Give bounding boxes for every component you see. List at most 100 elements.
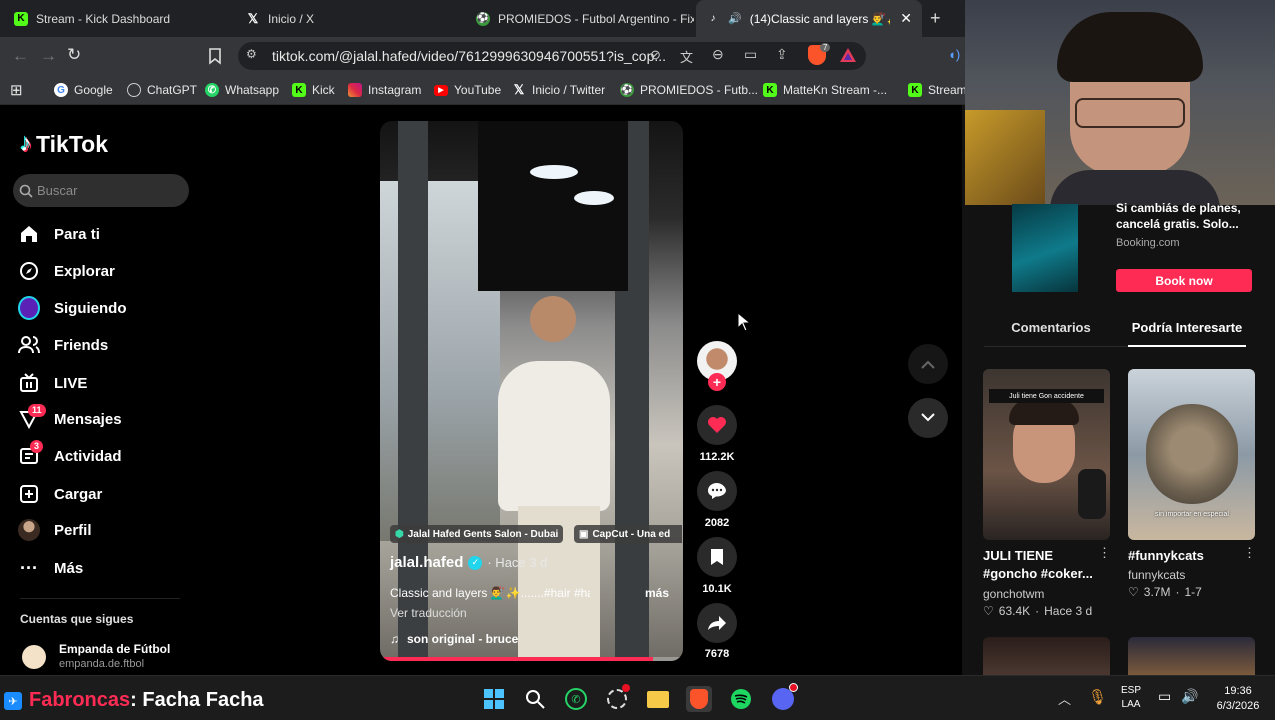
video-progress-track[interactable] <box>380 657 683 661</box>
bookmark-page-icon[interactable] <box>208 48 222 65</box>
suggestion-title[interactable]: JULI TIENE #goncho #coker... <box>983 547 1101 583</box>
share-icon[interactable]: ⇪ <box>776 46 788 63</box>
language-indicator[interactable]: ESP LAA <box>1121 684 1141 712</box>
volume-icon[interactable]: 🔊 <box>1181 688 1198 705</box>
more-options-icon[interactable]: ⋮ <box>1243 545 1256 561</box>
tab-promiedos[interactable]: ⚽ PROMIEDOS - Futbol Argentino - Fixt <box>462 0 694 37</box>
nav-mas[interactable]: ··· Más <box>18 557 83 579</box>
tab-title: (14)Classic and layers 💇‍♂️✨ . <box>749 11 890 26</box>
new-tab-icon[interactable]: + <box>930 8 941 29</box>
tiktok-logo[interactable]: ♪ TikTok <box>20 130 108 158</box>
capcut-tag[interactable]: ▣ CapCut - Una ed <box>574 525 682 543</box>
bookmark-kick[interactable]: K Kick <box>292 75 335 105</box>
microphone-icon[interactable]: 🎙 <box>1088 688 1107 706</box>
suggestion-thumb[interactable]: sin importar en especial <box>1128 369 1255 540</box>
suggestion-thumb[interactable]: Juli tiene Gon accidente <box>983 369 1110 540</box>
following-icon <box>18 296 40 320</box>
reader-mode-icon[interactable]: ⊘ <box>650 47 661 63</box>
close-tab-icon[interactable]: ✕ <box>900 10 912 27</box>
search-input[interactable]: Buscar <box>13 174 189 207</box>
tab-kick[interactable]: K Stream - Kick Dashboard <box>0 0 232 37</box>
back-icon[interactable]: ← <box>12 46 29 66</box>
brave-taskbar-icon[interactable] <box>686 686 712 712</box>
reload-icon[interactable]: ↻ <box>67 45 81 65</box>
windows-start-icon[interactable] <box>481 686 507 712</box>
speaker-icon: 🔊 <box>728 13 742 25</box>
video-author[interactable]: jalal.hafed <box>390 554 463 571</box>
save-button[interactable] <box>697 537 737 577</box>
tab-tiktok[interactable]: ♪ 🔊 (14)Classic and layers 💇‍♂️✨ . ✕ <box>696 0 922 37</box>
suggestion-author[interactable]: funnykcats <box>1128 568 1185 582</box>
bookmark-twitter[interactable]: 𝕏 Inicio / Twitter <box>512 75 605 105</box>
nav-perfil[interactable]: Perfil <box>18 519 92 541</box>
bookmark-chatgpt[interactable]: ChatGPT <box>127 75 197 105</box>
site-info-icon[interactable]: ⚙ <box>246 47 257 61</box>
nav-actividad[interactable]: 3 Actividad <box>18 440 122 467</box>
bookmark-instagram[interactable]: Instagram <box>348 75 421 105</box>
shares-count: 7678 <box>704 648 730 660</box>
comment-button[interactable] <box>697 471 737 511</box>
location-tag[interactable]: ⬢ Jalal Hafed Gents Salon - Dubai <box>390 525 564 543</box>
book-now-button[interactable]: Book now <box>1116 269 1252 292</box>
nav-label: Mensajes <box>54 410 122 428</box>
brave-rewards-icon[interactable] <box>840 48 856 62</box>
bookmark-whatsapp[interactable]: ✆ Whatsapp <box>205 75 279 105</box>
ad-card[interactable]: Si cambiás de planes, cancelá gratis. So… <box>984 200 1264 296</box>
search-taskbar-icon[interactable] <box>522 686 548 712</box>
bookmark-promiedos[interactable]: ⚽ PROMIEDOS - Futb... <box>620 75 758 105</box>
clock[interactable]: 19:36 6/3/2026 <box>1208 684 1268 714</box>
tag-label: CapCut - Una ed <box>592 528 671 540</box>
tab-x[interactable]: 𝕏 Inicio / X <box>232 0 462 37</box>
translate-icon[interactable]: 文 <box>680 47 693 66</box>
bookmark-google[interactable]: G Google <box>54 75 113 105</box>
bookmark-youtube[interactable]: ▶ YouTube <box>434 75 501 105</box>
nav-live[interactable]: LIVE <box>18 372 87 394</box>
apps-grid-icon[interactable]: ⊞ <box>10 75 23 105</box>
bookmark-stream[interactable]: K Stream <box>908 75 967 105</box>
ad-text: Si cambiás de planes, cancelá gratis. So… <box>1116 201 1241 231</box>
nav-siguiendo[interactable]: Siguiendo <box>18 296 127 320</box>
webcam-chair <box>965 110 1045 205</box>
suggestion-author[interactable]: gonchotwm <box>983 587 1044 601</box>
suggestion-thumb[interactable] <box>983 637 1110 675</box>
bookmark-matteken[interactable]: K MatteKn Stream -... <box>763 75 887 105</box>
cast-icon[interactable]: ▭ <box>744 46 757 63</box>
zoom-icon[interactable]: ⊖ <box>712 46 724 63</box>
nav-para-ti[interactable]: Para ti <box>18 223 100 245</box>
more-options-icon[interactable]: ⋮ <box>1098 545 1111 561</box>
nav-mensajes[interactable]: 11 Mensajes <box>18 404 122 430</box>
translate-link[interactable]: Ver traducción <box>390 606 467 620</box>
share-button[interactable] <box>697 603 737 643</box>
nav-cargar[interactable]: Cargar <box>18 483 102 505</box>
webcam-glasses <box>1075 98 1185 128</box>
tray-expand-icon[interactable]: ︿ <box>1058 689 1071 708</box>
like-button[interactable] <box>697 405 737 445</box>
sound-row[interactable]: ♫ son original - bruce <box>390 632 518 646</box>
whatsapp-taskbar-icon[interactable]: ✆ <box>563 686 589 712</box>
nav-friends[interactable]: Friends <box>18 334 108 356</box>
discord-icon[interactable] <box>770 683 798 712</box>
file-explorer-icon[interactable] <box>645 686 671 712</box>
messages-badge: 11 <box>28 404 46 417</box>
leo-icon[interactable]: ◖) <box>948 47 960 62</box>
nav-explorar[interactable]: Explorar <box>18 260 115 282</box>
chatgpt-taskbar-icon[interactable] <box>604 684 630 712</box>
next-video-button[interactable] <box>908 398 948 438</box>
following-account[interactable]: Empanda de Fútbol empanda.de.ftbol <box>20 642 190 672</box>
messages-icon: 11 <box>18 404 46 430</box>
tab-podria-interesarte[interactable]: Podría Interesarte <box>1128 320 1246 335</box>
follow-plus-icon[interactable]: + <box>708 373 726 391</box>
shields-count: 7 <box>820 43 831 52</box>
thumb-caption: Juli tiene Gon accidente <box>989 389 1104 403</box>
prev-video-button[interactable] <box>908 344 948 384</box>
forward-icon[interactable]: → <box>40 46 57 66</box>
tab-comentarios[interactable]: Comentarios <box>984 320 1118 335</box>
spotify-icon[interactable] <box>728 686 754 712</box>
suggestion-thumb[interactable] <box>1128 637 1255 675</box>
video-player[interactable]: ⬢ Jalal Hafed Gents Salon - Dubai ▣ CapCut… <box>380 121 683 661</box>
x-icon: 𝕏 <box>513 82 525 97</box>
network-icon[interactable]: ▭ <box>1158 688 1171 705</box>
suggestion-title[interactable]: #funnykcats <box>1128 547 1246 565</box>
more-button[interactable]: más <box>645 586 669 600</box>
address-bar[interactable]: ⚙ tiktok.com/@jalal.hafed/video/76129996… <box>238 42 866 70</box>
